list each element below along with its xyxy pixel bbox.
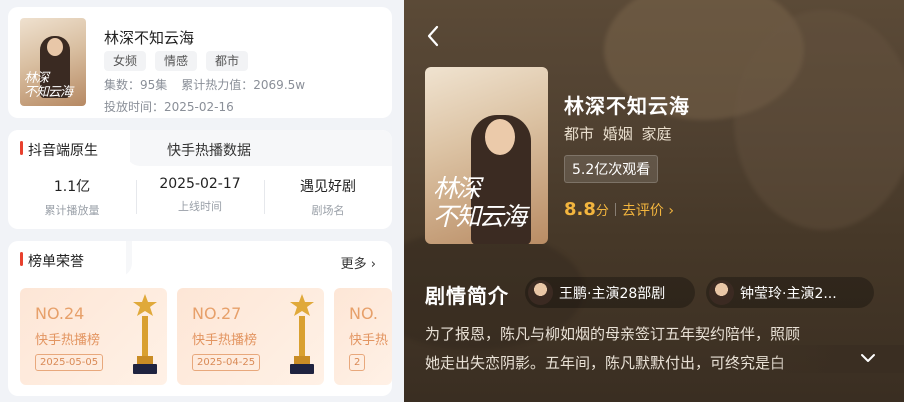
avatar bbox=[528, 280, 553, 305]
award-rank: NO. bbox=[349, 304, 378, 323]
avatar bbox=[709, 280, 734, 305]
rating-row: 8.8分 去评价 › bbox=[564, 199, 674, 220]
drama-detail-panel: 林深 不知云海 林深不知云海 都市 婚姻 家庭 5.2亿次观看 8.8分 去评价 ›… bbox=[404, 0, 904, 402]
award-name: 快手热 bbox=[349, 333, 389, 348]
genre-tags: 女频 情感 都市 bbox=[104, 51, 249, 71]
trophy-icon bbox=[133, 294, 157, 374]
tab-douyin-label[interactable]: 抖音端原生 bbox=[28, 140, 98, 160]
heat-value: 累计热力值：2069.5w bbox=[181, 78, 306, 92]
award-rank: NO.24 bbox=[35, 304, 85, 323]
active-tab-indicator bbox=[20, 141, 23, 155]
award-date: 2025-04-25 bbox=[192, 354, 261, 371]
genre-tag: 女频 bbox=[104, 51, 147, 71]
poster-title-art: 林深 不知云海 bbox=[24, 71, 73, 100]
cast-chip[interactable]: 王鹏·主演28部剧 bbox=[525, 277, 695, 308]
tab-kuaishou-label[interactable]: 快手热播数据 bbox=[167, 140, 251, 160]
rank-honor-card: 榜单荣誉 更多 › NO.24 快手热播榜 2025-05-05 NO.27 快… bbox=[8, 241, 392, 396]
award-name: 快手热播榜 bbox=[192, 333, 258, 348]
genre-list: 都市 婚姻 家庭 bbox=[564, 125, 672, 143]
view-count-badge: 5.2亿次观看 bbox=[564, 155, 659, 183]
cast-chip[interactable]: 钟莹玲·主演2... bbox=[706, 277, 874, 308]
stat-theater-name: 遇见好剧 剧场名 bbox=[264, 176, 392, 218]
synopsis-heading: 剧情简介 bbox=[425, 284, 509, 308]
rate-link[interactable]: 去评价 › bbox=[622, 203, 674, 219]
award-item[interactable]: NO. 快手热 2 bbox=[334, 288, 392, 385]
stat-launch-date: 2025-02-17 上线时间 bbox=[136, 176, 264, 218]
drama-title: 林深不知云海 bbox=[104, 29, 195, 47]
genre-tag: 情感 bbox=[155, 51, 198, 71]
chevron-right-icon: › bbox=[370, 257, 376, 272]
rating-unit: 分 bbox=[595, 204, 609, 219]
cast-name: 钟莹玲·主演2... bbox=[740, 285, 837, 302]
genre-tag: 都市 bbox=[206, 51, 249, 71]
release-date: 投放时间：2025-02-16 bbox=[104, 100, 234, 114]
award-date: 2025-05-05 bbox=[35, 354, 104, 371]
rank-honor-title: 榜单荣誉 bbox=[28, 254, 84, 270]
back-arrow-icon[interactable] bbox=[426, 25, 440, 47]
award-date: 2 bbox=[349, 354, 366, 371]
drama-poster[interactable]: 林深 不知云海 bbox=[425, 67, 548, 244]
episode-count: 集数：95集 bbox=[104, 78, 168, 92]
stat-play-count: 1.1亿 累计播放量 bbox=[44, 179, 100, 217]
drama-stats-line: 集数：95集 累计热力值：2069.5w bbox=[104, 76, 305, 93]
tab-kuaishou[interactable] bbox=[126, 130, 392, 166]
chevron-down-icon[interactable] bbox=[860, 352, 876, 364]
stats-row: 1.1亿 累计播放量 2025-02-17 上线时间 遇见好剧 剧场名 bbox=[8, 176, 392, 218]
poster-title-art: 林深 不知云海 bbox=[433, 174, 527, 231]
trophy-icon bbox=[290, 294, 314, 374]
cast-name: 王鹏·主演28部剧 bbox=[559, 285, 666, 302]
award-item[interactable]: NO.27 快手热播榜 2025-04-25 bbox=[177, 288, 324, 385]
chevron-right-icon: › bbox=[668, 203, 674, 219]
platform-tabs: 抖音端原生 快手热播数据 bbox=[8, 130, 392, 166]
drama-poster-thumbnail[interactable]: 林深 不知云海 bbox=[20, 18, 86, 106]
left-panel: 林深 不知云海 林深不知云海 女频 情感 都市 集数：95集 累计热力值：2069.… bbox=[0, 0, 404, 402]
award-rank: NO.27 bbox=[192, 304, 242, 323]
platform-data-card: 抖音端原生 快手热播数据 1.1亿 累计播放量 2025-02-17 上线时间 … bbox=[8, 130, 392, 229]
award-name: 快手热播榜 bbox=[35, 333, 101, 348]
drama-info-card[interactable]: 林深 不知云海 林深不知云海 女频 情感 都市 集数：95集 累计热力值：2069.… bbox=[8, 7, 392, 118]
award-item[interactable]: NO.24 快手热播榜 2025-05-05 bbox=[20, 288, 167, 385]
more-button[interactable]: 更多 › bbox=[341, 253, 376, 272]
rating-score: 8.8 bbox=[564, 199, 596, 220]
drama-title: 林深不知云海 bbox=[564, 94, 690, 118]
more-label: 更多 bbox=[340, 257, 367, 272]
section-indicator bbox=[20, 252, 23, 266]
